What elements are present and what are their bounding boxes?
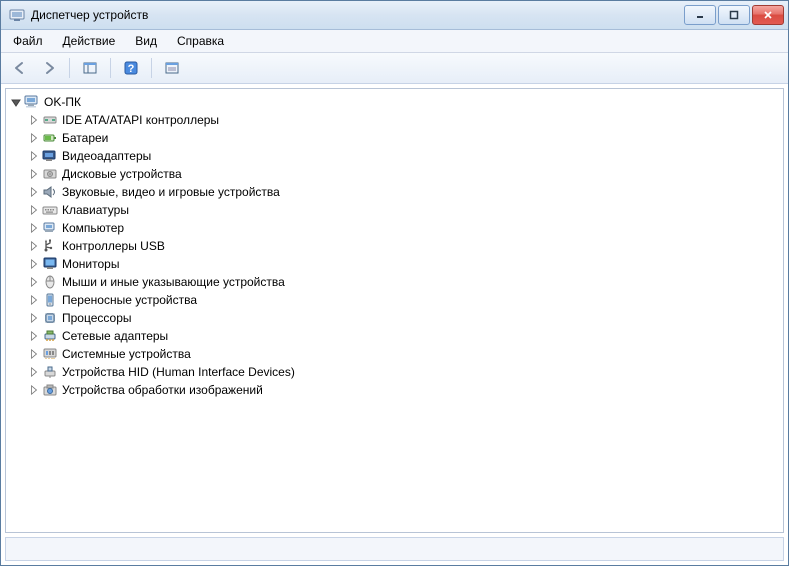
- toolbar-separator: [151, 58, 152, 78]
- toolbar-separator: [69, 58, 70, 78]
- tree-node-computer[interactable]: Компьютер: [6, 219, 783, 237]
- tree-node-label[interactable]: Переносные устройства: [62, 293, 197, 307]
- tree-node-label[interactable]: Устройства обработки изображений: [62, 383, 263, 397]
- expander-icon[interactable]: [28, 258, 40, 270]
- expander-icon[interactable]: [28, 348, 40, 360]
- expander-icon[interactable]: [28, 312, 40, 324]
- tree-node-label[interactable]: Мыши и иные указывающие устройства: [62, 275, 285, 289]
- app-icon: [9, 7, 25, 23]
- device-tree: OK-ПК IDE ATA/ATAPI контроллеры Батареи Вид…: [6, 89, 783, 403]
- computer-icon: [42, 220, 58, 236]
- tree-node-portable[interactable]: Переносные устройства: [6, 291, 783, 309]
- controller-icon: [42, 112, 58, 128]
- device-manager-window: Диспетчер устройств Файл Действие Вид Сп…: [0, 0, 789, 566]
- tree-node-usb[interactable]: Контроллеры USB: [6, 237, 783, 255]
- tree-node-label[interactable]: Дисковые устройства: [62, 167, 182, 181]
- forward-button[interactable]: [36, 55, 62, 81]
- tree-node-imaging[interactable]: Устройства обработки изображений: [6, 381, 783, 399]
- tree-node-monitor[interactable]: Мониторы: [6, 255, 783, 273]
- close-button[interactable]: [752, 5, 784, 25]
- tree-node-hid[interactable]: Устройства HID (Human Interface Devices): [6, 363, 783, 381]
- tree-node-label[interactable]: Процессоры: [62, 311, 132, 325]
- tree-node-sound[interactable]: Звуковые, видео и игровые устройства: [6, 183, 783, 201]
- svg-text:?: ?: [128, 63, 135, 75]
- expander-icon[interactable]: [28, 114, 40, 126]
- tree-root-label[interactable]: OK-ПК: [44, 95, 81, 109]
- window-controls: [684, 5, 784, 25]
- hid-icon: [42, 364, 58, 380]
- tree-node-system[interactable]: Системные устройства: [6, 345, 783, 363]
- toolbar-separator: [110, 58, 111, 78]
- expander-icon[interactable]: [28, 366, 40, 378]
- tree-node-battery[interactable]: Батареи: [6, 129, 783, 147]
- tree-node-label[interactable]: Системные устройства: [62, 347, 191, 361]
- expander-icon[interactable]: [28, 222, 40, 234]
- help-button[interactable]: ?: [118, 55, 144, 81]
- tree-node-disk[interactable]: Дисковые устройства: [6, 165, 783, 183]
- expander-icon[interactable]: [10, 96, 22, 108]
- expander-icon[interactable]: [28, 186, 40, 198]
- properties-button[interactable]: [159, 55, 185, 81]
- menu-file[interactable]: Файл: [3, 32, 53, 50]
- tree-node-label[interactable]: Устройства HID (Human Interface Devices): [62, 365, 295, 379]
- back-button[interactable]: [7, 55, 33, 81]
- tree-node-video[interactable]: Видеоадаптеры: [6, 147, 783, 165]
- tree-node-processor[interactable]: Процессоры: [6, 309, 783, 327]
- minimize-button[interactable]: [684, 5, 716, 25]
- expander-icon[interactable]: [28, 204, 40, 216]
- sound-icon: [42, 184, 58, 200]
- expander-icon[interactable]: [28, 168, 40, 180]
- display-adapter-icon: [42, 148, 58, 164]
- tree-node-mouse[interactable]: Мыши и иные указывающие устройства: [6, 273, 783, 291]
- maximize-button[interactable]: [718, 5, 750, 25]
- imaging-icon: [42, 382, 58, 398]
- network-icon: [42, 328, 58, 344]
- expander-icon[interactable]: [28, 276, 40, 288]
- system-icon: [42, 346, 58, 362]
- computer-root-icon: [24, 94, 40, 110]
- usb-icon: [42, 238, 58, 254]
- processor-icon: [42, 310, 58, 326]
- battery-icon: [42, 130, 58, 146]
- tree-root[interactable]: OK-ПК: [6, 93, 783, 111]
- mouse-icon: [42, 274, 58, 290]
- disk-icon: [42, 166, 58, 182]
- expander-icon[interactable]: [28, 150, 40, 162]
- expander-icon[interactable]: [28, 240, 40, 252]
- expander-icon[interactable]: [28, 330, 40, 342]
- expander-icon[interactable]: [28, 294, 40, 306]
- show-hide-tree-button[interactable]: [77, 55, 103, 81]
- monitor-icon: [42, 256, 58, 272]
- tree-node-label[interactable]: Клавиатуры: [62, 203, 129, 217]
- tree-node-ide[interactable]: IDE ATA/ATAPI контроллеры: [6, 111, 783, 129]
- menu-view[interactable]: Вид: [125, 32, 167, 50]
- toolbar: ?: [1, 53, 788, 84]
- portable-icon: [42, 292, 58, 308]
- titlebar: Диспетчер устройств: [1, 1, 788, 30]
- keyboard-icon: [42, 202, 58, 218]
- tree-node-label[interactable]: Сетевые адаптеры: [62, 329, 168, 343]
- tree-node-label[interactable]: Компьютер: [62, 221, 124, 235]
- tree-node-label[interactable]: Мониторы: [62, 257, 119, 271]
- menu-action[interactable]: Действие: [53, 32, 126, 50]
- window-title: Диспетчер устройств: [31, 8, 684, 22]
- tree-node-network[interactable]: Сетевые адаптеры: [6, 327, 783, 345]
- tree-node-label[interactable]: Звуковые, видео и игровые устройства: [62, 185, 280, 199]
- menubar: Файл Действие Вид Справка: [1, 30, 788, 53]
- device-tree-panel[interactable]: OK-ПК IDE ATA/ATAPI контроллеры Батареи Вид…: [5, 88, 784, 533]
- tree-node-label[interactable]: Видеоадаптеры: [62, 149, 151, 163]
- statusbar: [5, 537, 784, 561]
- tree-node-label[interactable]: IDE ATA/ATAPI контроллеры: [62, 113, 219, 127]
- tree-node-label[interactable]: Батареи: [62, 131, 108, 145]
- tree-node-label[interactable]: Контроллеры USB: [62, 239, 165, 253]
- menu-help[interactable]: Справка: [167, 32, 234, 50]
- expander-icon[interactable]: [28, 384, 40, 396]
- expander-icon[interactable]: [28, 132, 40, 144]
- tree-node-keyboard[interactable]: Клавиатуры: [6, 201, 783, 219]
